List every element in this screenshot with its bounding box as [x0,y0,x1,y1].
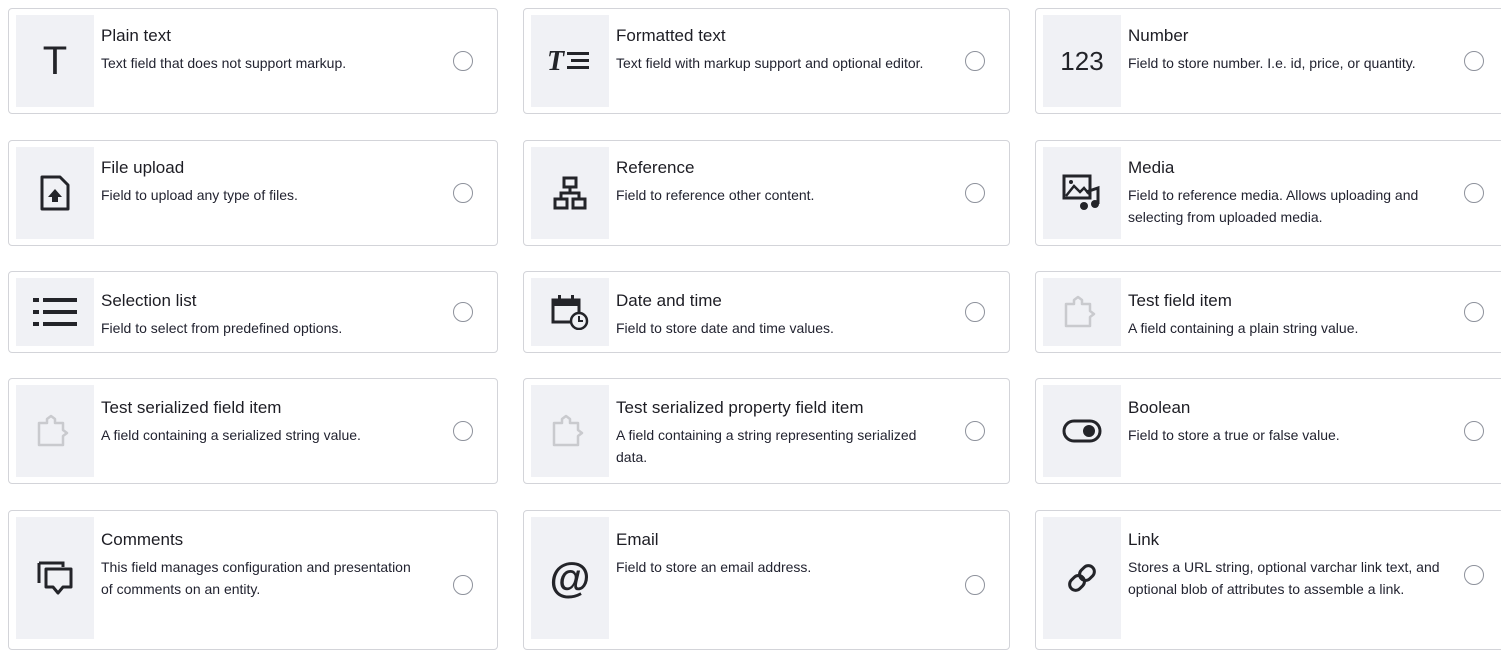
field-type-title: Reference [616,158,695,177]
boolean-toggle-icon [1043,385,1121,477]
field-type-description: Field to reference other content. [616,187,815,203]
field-type-selection-list[interactable]: Selection list Field to select from pred… [8,271,498,353]
field-type-title: Formatted text [616,26,726,45]
field-type-test-field-item[interactable]: Test field item A field containing a pla… [1035,271,1501,353]
radio-button[interactable] [1464,183,1484,203]
field-type-title: Test serialized property field item [616,398,864,417]
field-type-title: Number [1128,26,1189,45]
selection-list-icon [16,278,94,346]
radio-button[interactable] [453,575,473,595]
puzzle-icon [16,385,94,477]
field-type-title: Link [1128,530,1160,549]
field-type-title: Selection list [101,291,197,310]
field-type-description: Field to store a true or false value. [1128,427,1340,443]
field-type-comments[interactable]: Comments This field manages configuratio… [8,510,498,650]
field-type-file-upload[interactable]: File upload Field to upload any type of … [8,140,498,246]
field-type-title: File upload [101,158,185,177]
link-icon [1043,517,1121,639]
field-type-reference[interactable]: Reference Field to reference other conte… [523,140,1010,246]
radio-button[interactable] [453,421,473,441]
file-upload-icon [16,147,94,239]
comments-icon [16,517,94,639]
field-type-email[interactable]: @ Email Field to store an email address. [523,510,1010,650]
field-type-link[interactable]: Link Stores a URL string, optional varch… [1035,510,1501,650]
field-type-description: A field containing a plain string value. [1128,320,1359,336]
field-type-title: Test serialized field item [101,398,282,417]
field-type-test-serialized-property-field-item[interactable]: Test serialized property field item A fi… [523,378,1010,484]
field-type-description: Field to store an email address. [616,559,812,575]
field-type-title: Boolean [1128,398,1191,417]
field-type-title: Plain text [101,26,171,45]
field-type-description: Field to upload any type of files. [101,187,298,203]
field-type-description: Field to store date and time values. [616,320,834,336]
reference-icon [531,147,609,239]
field-type-number[interactable]: 123 Number Field to store number. I.e. i… [1035,8,1501,114]
field-type-description: Stores a URL string, optional varchar li… [1128,559,1440,597]
email-at-icon: @ [531,517,609,639]
field-type-boolean[interactable]: Boolean Field to store a true or false v… [1035,378,1501,484]
field-type-description: Field to store number. I.e. id, price, o… [1128,55,1416,71]
field-type-description: Text field that does not support markup. [101,55,347,71]
svg-text:T: T [547,46,566,76]
number-icon: 123 [1043,15,1121,107]
field-type-description: A field containing a string representing… [616,427,917,465]
formatted-text-icon: T [531,15,609,107]
radio-button[interactable] [453,302,473,322]
field-type-media[interactable]: Media Field to reference media. Allows u… [1035,140,1501,246]
field-type-description: A field containing a serialized string v… [101,427,361,443]
puzzle-icon [531,385,609,477]
radio-button[interactable] [965,51,985,71]
field-type-plain-text[interactable]: T Plain text Text field that does not su… [8,8,498,114]
radio-button[interactable] [1464,565,1484,585]
radio-button[interactable] [453,51,473,71]
date-time-icon [531,278,609,346]
field-type-date-time[interactable]: Date and time Field to store date and ti… [523,271,1010,353]
radio-button[interactable] [1464,302,1484,322]
field-type-description: Field to select from predefined options. [101,320,343,336]
radio-button[interactable] [965,575,985,595]
radio-button[interactable] [965,302,985,322]
radio-button[interactable] [965,183,985,203]
field-type-description: This field manages configuration and pre… [101,559,411,597]
field-type-title: Date and time [616,291,722,310]
puzzle-icon [1043,278,1121,346]
media-icon [1043,147,1121,239]
field-type-test-serialized-field-item[interactable]: Test serialized field item A field conta… [8,378,498,484]
field-type-title: Media [1128,158,1175,177]
radio-button[interactable] [965,421,985,441]
radio-button[interactable] [1464,51,1484,71]
plain-text-icon: T [16,15,94,107]
field-type-title: Test field item [1128,291,1232,310]
field-type-description: Text field with markup support and optio… [616,55,924,71]
field-type-title: Comments [101,530,184,549]
field-type-description: Field to reference media. Allows uploadi… [1128,187,1419,225]
radio-button[interactable] [453,183,473,203]
field-type-formatted-text[interactable]: T Formatted text Text field with markup … [523,8,1010,114]
field-type-title: Email [616,530,659,549]
radio-button[interactable] [1464,421,1484,441]
